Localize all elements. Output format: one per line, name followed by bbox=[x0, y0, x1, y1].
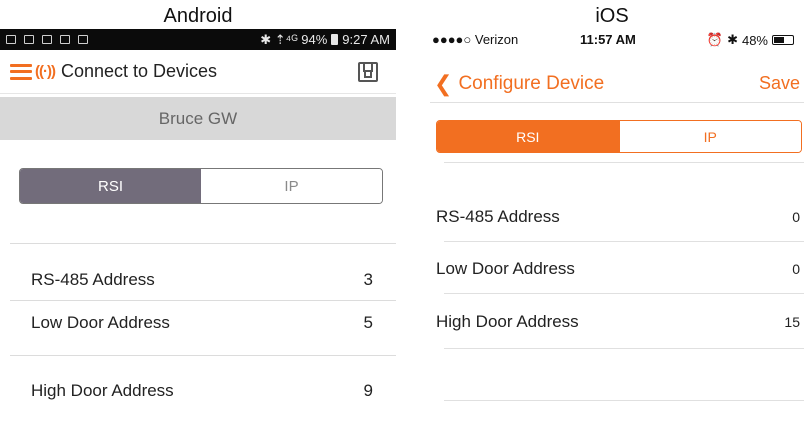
android-tab-ip[interactable]: IP bbox=[201, 169, 382, 203]
rsi-waves-icon: ((·)) bbox=[35, 63, 56, 80]
chevron-left-icon[interactable]: ❮ bbox=[434, 71, 452, 97]
ios-status-bar: ●●●●○ Verizon 11:57 AM ⏰ ✱ 48% bbox=[430, 29, 804, 49]
ios-screen: ●●●●○ Verizon 11:57 AM ⏰ ✱ 48% ❮ Configu… bbox=[430, 29, 804, 424]
row-value: 3 bbox=[363, 270, 373, 289]
notification-icon bbox=[6, 35, 16, 44]
row-label: RS-485 Address bbox=[436, 207, 560, 226]
ios-segmented-control: RSI IP bbox=[436, 120, 802, 153]
ios-row-rs485[interactable]: RS-485 Address 0 bbox=[430, 201, 804, 233]
battery-icon bbox=[772, 35, 794, 45]
android-row-high-door[interactable]: High Door Address 9 bbox=[0, 373, 396, 409]
row-value: 0 bbox=[792, 261, 800, 277]
row-label: High Door Address bbox=[436, 312, 579, 331]
android-toolbar: ((·)) Connect to Devices bbox=[0, 50, 396, 94]
android-page-title: Connect to Devices bbox=[60, 61, 218, 81]
divider bbox=[444, 241, 804, 242]
divider bbox=[444, 162, 804, 163]
divider bbox=[444, 348, 804, 349]
row-label: RS-485 Address bbox=[31, 270, 155, 289]
status-indicators: ✱ ⇡⁴ᴳ 94% bbox=[260, 31, 328, 47]
save-button[interactable]: Save bbox=[759, 73, 800, 94]
android-screen: ✱ ⇡⁴ᴳ 94% 9:27 AM ((·)) Connect to Devic… bbox=[0, 29, 396, 424]
android-row-rs485[interactable]: RS-485 Address 3 bbox=[0, 262, 396, 298]
ios-row-high-door[interactable]: High Door Address 15 bbox=[430, 306, 804, 338]
row-value: 15 bbox=[784, 314, 800, 330]
menu-icon[interactable] bbox=[10, 63, 32, 80]
ios-nav-bar: ❮ Configure Device Save bbox=[430, 65, 804, 103]
ios-caption: iOS bbox=[595, 5, 629, 27]
android-tab-rsi[interactable]: RSI bbox=[20, 169, 201, 203]
android-time: 9:27 AM bbox=[342, 32, 390, 47]
row-label: Low Door Address bbox=[436, 259, 575, 278]
battery-icon bbox=[331, 34, 339, 45]
battery-percent: 48% bbox=[741, 32, 768, 48]
divider bbox=[444, 293, 804, 294]
row-label: High Door Address bbox=[31, 381, 174, 400]
bluetooth-icon: ✱ bbox=[727, 32, 738, 47]
ios-status-right: ⏰ ✱ 48% bbox=[707, 32, 794, 48]
row-value: 0 bbox=[792, 209, 800, 225]
alarm-icon: ⏰ bbox=[706, 32, 724, 47]
divider bbox=[444, 400, 804, 401]
ios-back-title[interactable]: Configure Device bbox=[458, 73, 604, 95]
ios-tab-ip[interactable]: IP bbox=[618, 121, 801, 152]
android-row-low-door[interactable]: Low Door Address 5 bbox=[0, 305, 396, 341]
row-value: 5 bbox=[363, 313, 373, 332]
divider bbox=[10, 355, 396, 356]
android-segmented-control: RSI IP bbox=[19, 168, 383, 204]
row-value: 9 bbox=[363, 381, 373, 400]
notification-icons bbox=[6, 35, 88, 44]
ios-time: 11:57 AM bbox=[580, 32, 636, 47]
ios-row-low-door[interactable]: Low Door Address 0 bbox=[430, 253, 804, 285]
device-name-bar: Bruce GW bbox=[0, 97, 396, 140]
notification-icon bbox=[24, 35, 34, 44]
ios-tab-rsi[interactable]: RSI bbox=[437, 121, 619, 152]
android-status-bar: ✱ ⇡⁴ᴳ 94% 9:27 AM bbox=[0, 29, 396, 50]
floppy-disk-icon[interactable] bbox=[358, 61, 378, 82]
notification-icon bbox=[78, 35, 88, 44]
android-status-right: ✱ ⇡⁴ᴳ 94% 9:27 AM bbox=[260, 32, 390, 48]
divider bbox=[10, 300, 396, 301]
divider bbox=[10, 243, 396, 244]
android-caption: Android bbox=[163, 5, 233, 27]
notification-icon bbox=[60, 35, 70, 44]
carrier: ●●●●○ Verizon bbox=[432, 32, 519, 47]
row-label: Low Door Address bbox=[31, 313, 170, 332]
notification-icon bbox=[42, 35, 52, 44]
